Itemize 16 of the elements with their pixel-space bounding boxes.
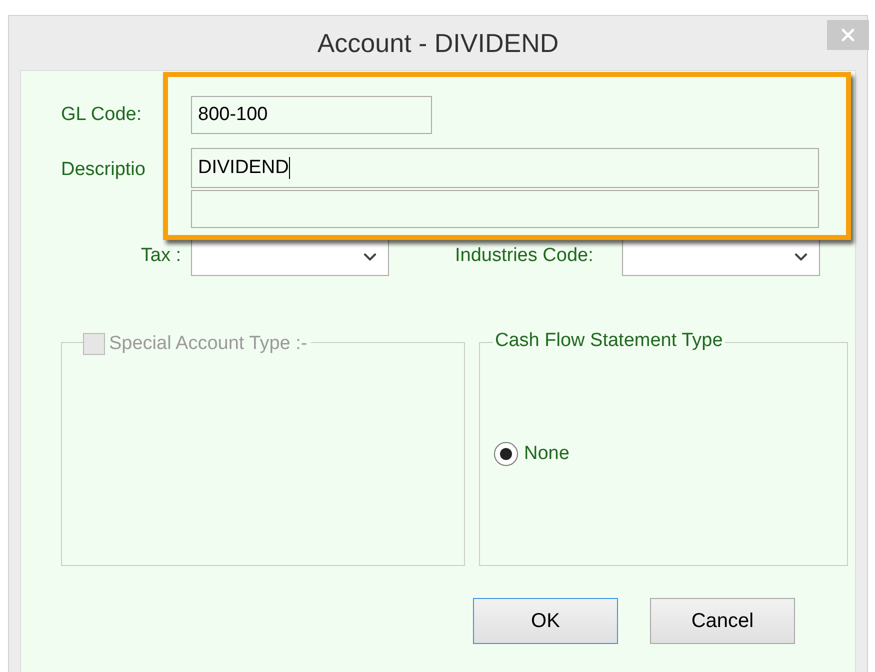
gl-code-field[interactable]: 800-100: [191, 96, 432, 134]
field-label: GL Code:: [60, 102, 143, 127]
field-label: Descriptio: [60, 158, 146, 182]
dropdown[interactable]: [622, 237, 820, 276]
radio-label: None: [524, 442, 570, 466]
description-line-field[interactable]: [191, 190, 819, 228]
field-label: Tax :: [140, 244, 182, 268]
dropdown[interactable]: [191, 237, 389, 276]
group-title: Cash Flow Statement Type: [493, 330, 725, 352]
description-field[interactable]: DIVIDEND: [191, 148, 819, 188]
checkbox-label: Special Account Type :-: [109, 332, 308, 356]
dialog-button[interactable]: Cancel: [650, 598, 795, 644]
field-label: Industries Code:: [455, 244, 594, 268]
radio-button[interactable]: [494, 442, 518, 466]
dialog-button[interactable]: OK: [473, 598, 618, 644]
window-title: Account - DIVIDEND: [317, 26, 559, 60]
